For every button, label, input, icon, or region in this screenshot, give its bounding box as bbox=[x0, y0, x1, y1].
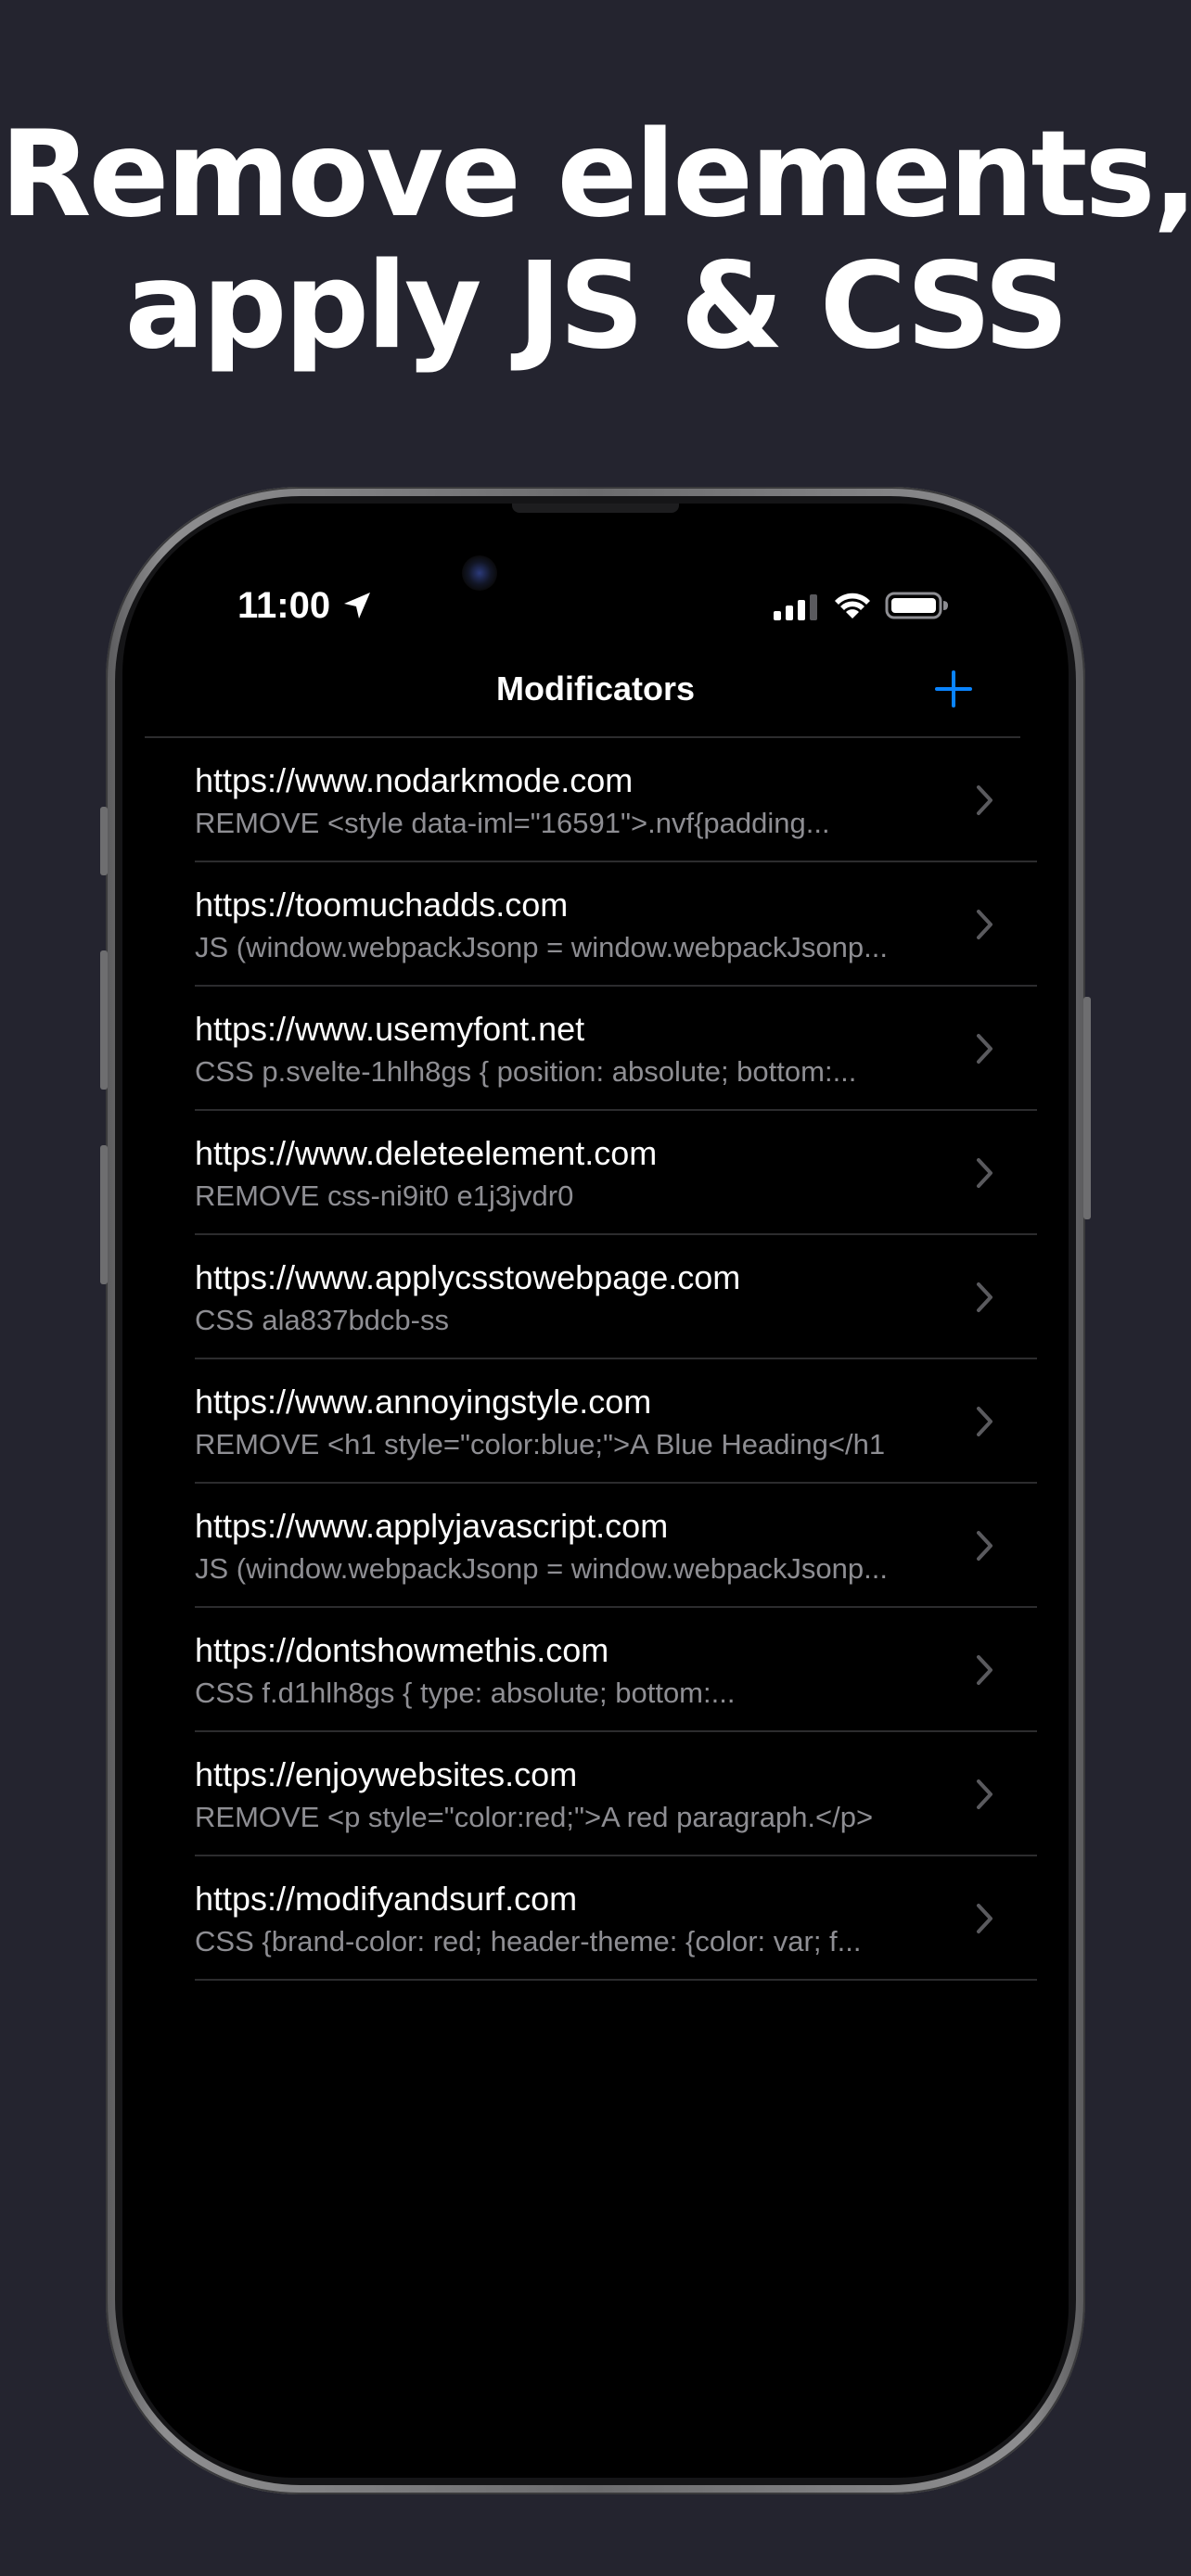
front-camera bbox=[462, 555, 497, 591]
action-button bbox=[100, 807, 108, 875]
phone-screen: 11:00 Modificators https://www.nodarkmod… bbox=[122, 504, 1069, 2478]
item-url: https://dontshowmethis.com bbox=[195, 1631, 609, 1669]
marketing-headline: Remove elements, apply JS & CSS bbox=[0, 109, 1191, 373]
chevron-right-icon bbox=[977, 1034, 992, 1064]
list-item[interactable]: https://www.applyjavascript.com JS (wind… bbox=[122, 1484, 1069, 1608]
wifi-icon bbox=[835, 593, 870, 618]
item-detail: CSS ala837bdcb-ss bbox=[195, 1304, 449, 1336]
chevron-right-icon bbox=[977, 785, 992, 815]
list-item[interactable]: https://www.applycsstowebpage.com CSS al… bbox=[122, 1235, 1069, 1359]
plus-icon bbox=[935, 670, 972, 708]
phone-frame: 11:00 Modificators https://www.nodarkmod… bbox=[100, 487, 1091, 2494]
item-detail: CSS p.svelte-1hlh8gs { position: absolut… bbox=[195, 1055, 857, 1088]
list-item[interactable]: https://toomuchadds.com JS (window.webpa… bbox=[122, 862, 1069, 987]
list-item[interactable]: https://modifyandsurf.com CSS {brand-col… bbox=[122, 1856, 1069, 1981]
list-item[interactable]: https://www.deleteelement.com REMOVE css… bbox=[122, 1111, 1069, 1235]
item-url: https://toomuchadds.com bbox=[195, 886, 569, 924]
battery-icon bbox=[885, 592, 948, 619]
item-url: https://www.applycsstowebpage.com bbox=[195, 1258, 741, 1296]
chevron-right-icon bbox=[977, 1655, 992, 1685]
item-url: https://modifyandsurf.com bbox=[195, 1880, 578, 1918]
item-detail: JS (window.webpackJsonp = window.webpack… bbox=[195, 931, 888, 963]
earpiece bbox=[512, 504, 679, 513]
list-item[interactable]: https://www.nodarkmode.com REMOVE <style… bbox=[122, 738, 1069, 862]
add-button[interactable] bbox=[929, 665, 978, 713]
item-detail: REMOVE <style data-iml="16591">.nvf{padd… bbox=[195, 807, 830, 839]
chevron-right-icon bbox=[977, 1282, 992, 1312]
chevron-right-icon bbox=[977, 1158, 992, 1188]
list-item[interactable]: https://www.annoyingstyle.com REMOVE <h1… bbox=[122, 1359, 1069, 1484]
volume-down-button bbox=[100, 1145, 108, 1284]
chevron-right-icon bbox=[977, 1779, 992, 1809]
item-detail: CSS f.d1hlh8gs { type: absolute; bottom:… bbox=[195, 1677, 736, 1709]
chevron-right-icon bbox=[977, 1904, 992, 1933]
chevron-right-icon bbox=[977, 1407, 992, 1436]
cellular-signal-icon bbox=[774, 594, 817, 620]
item-url: https://www.applyjavascript.com bbox=[195, 1507, 669, 1545]
item-url: https://enjoywebsites.com bbox=[195, 1755, 578, 1793]
list-item[interactable]: https://dontshowmethis.com CSS f.d1hlh8g… bbox=[122, 1608, 1069, 1732]
app-store-screenshot: Remove elements, apply JS & CSS 11:00 Mo… bbox=[0, 0, 1191, 2576]
power-button bbox=[1083, 997, 1091, 1219]
item-detail: JS (window.webpackJsonp = window.webpack… bbox=[195, 1552, 888, 1585]
item-url: https://www.usemyfont.net bbox=[195, 1010, 585, 1048]
location-arrow-icon bbox=[344, 593, 370, 618]
item-detail: CSS {brand-color: red; header-theme: {co… bbox=[195, 1925, 862, 1958]
headline-line-2: apply JS & CSS bbox=[124, 237, 1069, 376]
item-detail: REMOVE <h1 style="color:blue;">A Blue He… bbox=[195, 1428, 886, 1460]
volume-up-button bbox=[100, 950, 108, 1090]
list-item[interactable]: https://www.usemyfont.net CSS p.svelte-1… bbox=[122, 987, 1069, 1111]
item-url: https://www.deleteelement.com bbox=[195, 1134, 658, 1172]
chevron-right-icon bbox=[977, 1531, 992, 1561]
nav-title: Modificators bbox=[495, 670, 695, 708]
headline-line-1: Remove elements, bbox=[0, 106, 1191, 244]
row-divider bbox=[195, 1979, 1037, 1981]
status-time: 11:00 bbox=[237, 585, 331, 626]
modificators-list: https://www.nodarkmode.com REMOVE <style… bbox=[122, 738, 1069, 1981]
item-detail: REMOVE css-ni9it0 e1j3jvdr0 bbox=[195, 1180, 574, 1212]
list-item[interactable]: https://enjoywebsites.com REMOVE <p styl… bbox=[122, 1732, 1069, 1856]
chevron-right-icon bbox=[977, 910, 992, 939]
item-url: https://www.annoyingstyle.com bbox=[195, 1383, 652, 1421]
item-detail: REMOVE <p style="color:red;">A red parag… bbox=[195, 1801, 874, 1833]
item-url: https://www.nodarkmode.com bbox=[195, 761, 634, 799]
